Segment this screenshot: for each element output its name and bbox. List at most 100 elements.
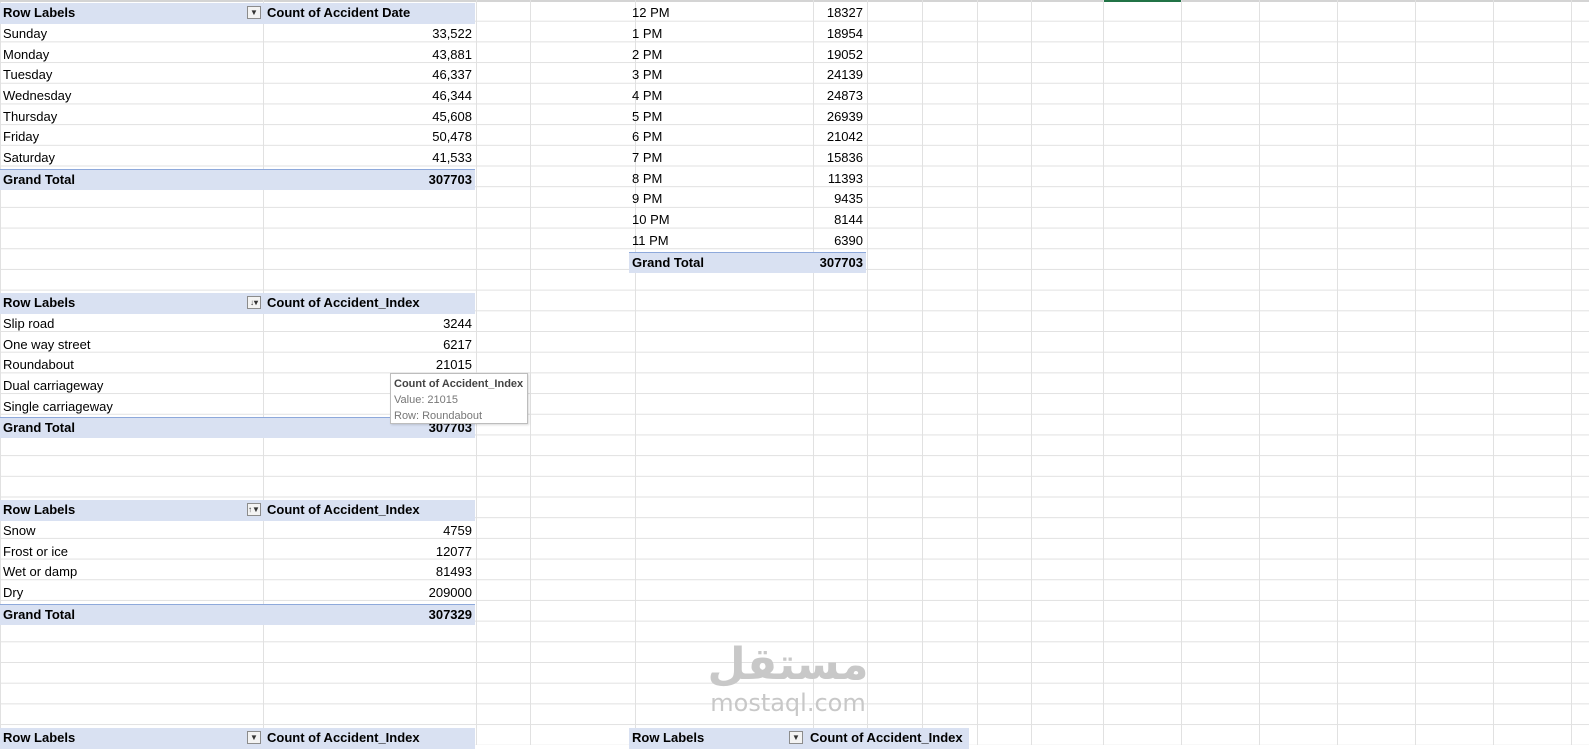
table-row[interactable]: 12 PM 18327 (629, 3, 866, 24)
table-row[interactable]: Saturday 41,533 (0, 148, 475, 169)
watermark-latin: mostaql.com (710, 689, 866, 717)
row-value: 4759 (443, 523, 472, 538)
row-value: 15836 (826, 150, 863, 165)
row-value: 209000 (428, 585, 472, 600)
table-row[interactable]: Wednesday 46,344 (0, 86, 475, 107)
table-row[interactable]: 3 PM 24139 (629, 65, 866, 86)
gridline-col (1031, 0, 1032, 745)
row-label: 8 PM (632, 171, 663, 186)
gridline-col (922, 0, 923, 745)
gridline-col (530, 0, 531, 745)
filter-dropdown-icon[interactable]: ▼ (789, 731, 803, 744)
row-label: Single carriageway (3, 399, 113, 414)
table-row[interactable]: 2 PM 19052 (629, 45, 866, 66)
filter-sort-icon[interactable]: ↑▼ (247, 503, 261, 516)
gridline-col (1103, 0, 1104, 745)
row-label: Snow (3, 523, 36, 538)
table-row[interactable]: 5 PM 26939 (629, 107, 866, 128)
table-row[interactable]: Thursday 45,608 (0, 107, 475, 128)
row-value: 41,533 (432, 150, 472, 165)
table-row[interactable]: One way street 6217 (0, 335, 475, 356)
gridline-col (1337, 0, 1338, 745)
gridline-col (1259, 0, 1260, 745)
row-labels-header[interactable]: Row Labels (629, 728, 812, 749)
row-label: Roundabout (3, 357, 74, 372)
table-row[interactable]: Sunday 33,522 (0, 24, 475, 45)
table-row[interactable]: 4 PM 24873 (629, 86, 866, 107)
row-labels-header[interactable]: Row Labels (0, 293, 265, 314)
table-row[interactable]: Friday 50,478 (0, 127, 475, 148)
grid-top-border (0, 0, 1589, 2)
row-value: 46,337 (432, 67, 472, 82)
value-field-header[interactable]: Count of Accident_Index (264, 728, 478, 749)
pivot-partial-header-left[interactable]: Row Labels ▼ Count of Accident_Index (0, 728, 475, 749)
filter-dropdown-icon[interactable]: ▼ (247, 731, 261, 744)
row-label: 5 PM (632, 109, 663, 124)
row-label: 11 PM (632, 233, 669, 248)
table-row[interactable]: 10 PM 8144 (629, 210, 866, 231)
gridline-col (1415, 0, 1416, 745)
table-row[interactable]: Monday 43,881 (0, 45, 475, 66)
tooltip-title: Count of Accident_Index (394, 378, 524, 390)
grand-total-label: Grand Total (3, 420, 75, 435)
filter-dropdown-icon[interactable]: ▼ (247, 6, 261, 19)
row-label: 4 PM (632, 88, 663, 103)
row-label: Dry (3, 585, 24, 600)
table-row[interactable]: 9 PM 9435 (629, 189, 866, 210)
table-row[interactable]: Frost or ice 12077 (0, 542, 475, 563)
gridline-col (1571, 0, 1572, 745)
grand-total-label: Grand Total (3, 607, 75, 622)
row-value: 81493 (435, 564, 472, 579)
row-value: 18327 (826, 5, 863, 20)
grand-total-value: 307703 (428, 172, 472, 187)
table-row[interactable]: Slip road 3244 (0, 314, 475, 335)
value-field-header[interactable]: Count of Accident_Index (264, 500, 478, 521)
table-row[interactable]: Tuesday 46,337 (0, 65, 475, 86)
row-value: 24139 (826, 67, 863, 82)
grand-total-row[interactable]: Grand Total 307703 (629, 252, 866, 273)
row-label: Wednesday (3, 88, 72, 103)
row-label: 3 PM (632, 67, 663, 82)
pivot-day-header[interactable]: Row Labels ▼ Count of Accident Date (0, 3, 475, 24)
row-label: Slip road (3, 316, 55, 331)
table-row[interactable]: 1 PM 18954 (629, 24, 866, 45)
value-field-header[interactable]: Count of Accident_Index (264, 293, 478, 314)
row-value: 24873 (826, 88, 863, 103)
row-label: Sunday (3, 26, 48, 41)
row-value: 21042 (826, 129, 863, 144)
table-row[interactable]: 8 PM 11393 (629, 169, 866, 190)
grand-total-value: 307703 (819, 255, 863, 270)
row-labels-header[interactable]: Row Labels (0, 3, 265, 24)
gridline-col (977, 0, 978, 745)
grand-total-row[interactable]: Grand Total 307703 (0, 169, 475, 190)
table-row[interactable]: Wet or damp 81493 (0, 562, 475, 583)
grand-total-label: Grand Total (3, 172, 75, 187)
row-labels-header[interactable]: Row Labels (0, 500, 265, 521)
mostaql-watermark: مستقل mostaql.com (688, 640, 888, 720)
pivot-partial-header-right[interactable]: Row Labels ▼ Count of Accident_Index (629, 728, 969, 749)
value-field-header[interactable]: Count of Accident_Index (807, 728, 972, 749)
sort-dropdown-icon[interactable]: ↓▾ (247, 296, 261, 309)
grand-total-label: Grand Total (632, 255, 704, 270)
row-label: Monday (3, 47, 50, 62)
row-labels-header[interactable]: Row Labels (0, 728, 265, 749)
pivot-surface-header[interactable]: Row Labels ↑▼ Count of Accident_Index (0, 500, 475, 521)
table-row[interactable]: 7 PM 15836 (629, 148, 866, 169)
row-value: 46,344 (432, 88, 472, 103)
row-value: 43,881 (432, 47, 472, 62)
row-label: 1 PM (632, 26, 663, 41)
grand-total-value: 307329 (428, 607, 472, 622)
gridline-col (867, 0, 868, 745)
row-value: 50,478 (432, 129, 472, 144)
row-label: 2 PM (632, 47, 663, 62)
pivot-road-header[interactable]: Row Labels ↓▾ Count of Accident_Index (0, 293, 475, 314)
table-row[interactable]: Snow 4759 (0, 521, 475, 542)
grand-total-row[interactable]: Grand Total 307329 (0, 604, 475, 625)
row-value: 33,522 (432, 26, 472, 41)
value-field-header[interactable]: Count of Accident Date (264, 3, 478, 24)
table-row[interactable]: 6 PM 21042 (629, 127, 866, 148)
row-label: Frost or ice (3, 544, 69, 559)
row-value: 9435 (834, 191, 863, 206)
table-row[interactable]: 11 PM 6390 (629, 231, 866, 252)
table-row[interactable]: Dry 209000 (0, 583, 475, 604)
